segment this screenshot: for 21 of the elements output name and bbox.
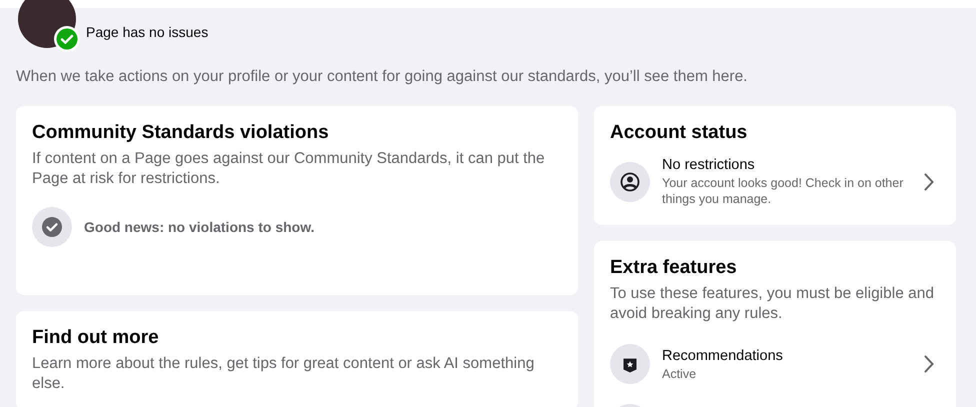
- card-title: Find out more: [32, 327, 160, 349]
- item-subtitle: Your account looks good! Check in on other things you manage.: [662, 175, 904, 207]
- status-list-item[interactable]: Recommendations Active: [610, 344, 940, 384]
- card-title: Extra features: [610, 257, 738, 279]
- chevron-right-icon: [924, 355, 934, 373]
- card-description: Learn more about the rules, get tips for great content or ask AI something else.: [32, 354, 536, 394]
- chevron-right-icon: [924, 172, 934, 190]
- card-description: To use these features, you must be eligible and avoid breaking any rules.: [610, 284, 935, 324]
- card-title: Community Standards violations: [32, 122, 330, 144]
- star-badge-icon: [610, 344, 650, 384]
- item-title: Recommendations: [662, 346, 784, 366]
- item-title: No restrictions: [662, 156, 756, 175]
- item-subtitle: Active: [662, 366, 698, 382]
- status-list-item[interactable]: No restrictions Your account looks good! Check in on other things you manage.: [610, 156, 940, 207]
- check-icon: [32, 207, 72, 247]
- intro-text: When we take actions on your profile or your content for going against our standards, you’ll see them here.: [16, 68, 748, 86]
- page-status: Page has no issues: [86, 24, 208, 40]
- card-title: Account status: [610, 122, 748, 144]
- no-violations-message: Good news: no violations to show.: [84, 219, 314, 235]
- person-icon: [610, 162, 650, 202]
- card-description: If content on a Page goes against our Community Standards, it can put the Page at risk for restrictions.: [32, 149, 546, 189]
